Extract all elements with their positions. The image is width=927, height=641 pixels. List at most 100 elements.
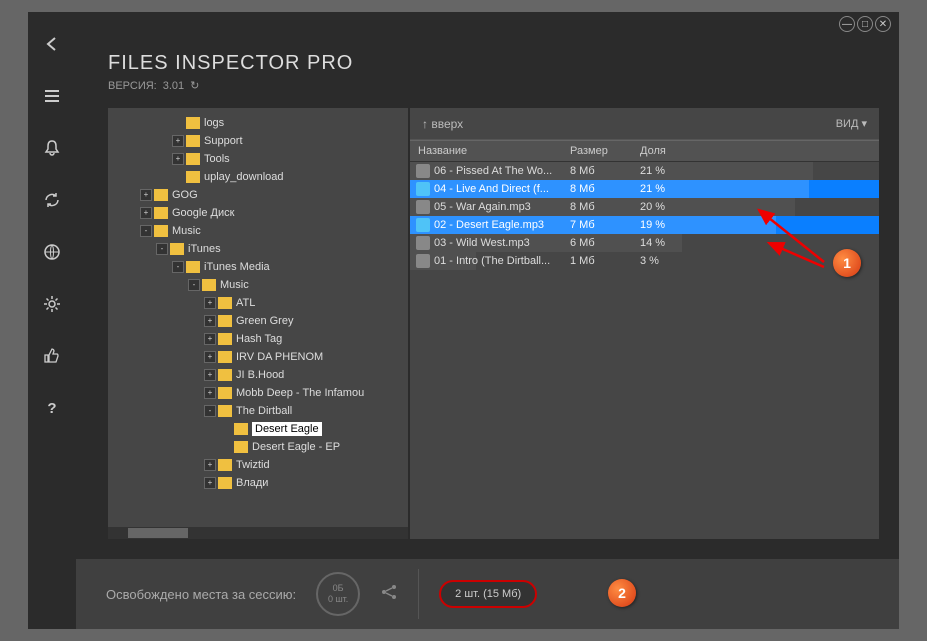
tree-item[interactable]: - iTunes Media <box>108 258 408 276</box>
tree-item[interactable]: - Music <box>108 222 408 240</box>
tree-label[interactable]: Music <box>220 279 249 291</box>
footer: Освобождено места за сессию: 0Б 0 шт. 2 … <box>76 559 899 629</box>
tree-label[interactable]: iTunes <box>188 243 221 255</box>
tree-label[interactable]: Desert Eagle <box>252 422 322 436</box>
tree-item[interactable]: - The Dirtball <box>108 402 408 420</box>
tree-label[interactable]: Green Grey <box>236 315 293 327</box>
expand-icon[interactable]: + <box>204 351 216 363</box>
tree-item[interactable]: uplay_download <box>108 168 408 186</box>
horizontal-scrollbar[interactable] <box>108 527 408 539</box>
close-button[interactable]: ✕ <box>875 16 891 32</box>
column-name[interactable]: Название <box>410 145 570 157</box>
collapse-icon[interactable]: - <box>188 279 200 291</box>
thumbs-up-icon[interactable] <box>40 344 64 368</box>
file-icon <box>416 218 430 232</box>
menu-icon[interactable] <box>40 84 64 108</box>
tree-label[interactable]: Hash Tag <box>236 333 282 345</box>
tree-label[interactable]: IRV DA PHENOM <box>236 351 323 363</box>
tree-label[interactable]: logs <box>204 117 224 129</box>
refresh-icon[interactable] <box>40 188 64 212</box>
expand-icon[interactable]: + <box>204 333 216 345</box>
collapse-icon[interactable]: - <box>172 261 184 273</box>
minimize-button[interactable]: — <box>839 16 855 32</box>
up-button[interactable]: ↑ вверх <box>422 117 463 131</box>
list-panel: ↑ вверх ВИД ▾ Название Размер Доля 06 - … <box>410 108 879 539</box>
tree-item[interactable]: + Hash Tag <box>108 330 408 348</box>
annotation-badge-2: 2 <box>608 579 636 607</box>
tree-label[interactable]: JI B.Hood <box>236 369 284 381</box>
tree-item[interactable]: + IRV DA PHENOM <box>108 348 408 366</box>
tree-item[interactable]: + Mobb Deep - The Infamou <box>108 384 408 402</box>
expand-icon[interactable]: + <box>204 459 216 471</box>
file-share: 21 % <box>640 183 690 195</box>
file-name: 04 - Live And Direct (f... <box>434 183 570 195</box>
expand-icon[interactable]: + <box>172 153 184 165</box>
tree-label[interactable]: Music <box>172 225 201 237</box>
expand-icon[interactable]: + <box>204 315 216 327</box>
tree-item[interactable]: + GOG <box>108 186 408 204</box>
column-size[interactable]: Размер <box>570 145 640 157</box>
tree-item[interactable]: + Tools <box>108 150 408 168</box>
expand-icon[interactable]: + <box>204 369 216 381</box>
expand-icon[interactable]: + <box>204 297 216 309</box>
tree-label[interactable]: Google Диск <box>172 207 234 219</box>
tree-item[interactable]: logs <box>108 114 408 132</box>
tree-label[interactable]: Twiztid <box>236 459 270 471</box>
expand-icon[interactable]: + <box>172 135 184 147</box>
expand-icon[interactable]: + <box>204 387 216 399</box>
tree-label[interactable]: Desert Eagle - EP <box>252 441 340 453</box>
tree-item[interactable]: + JI B.Hood <box>108 366 408 384</box>
tree-item[interactable]: + Twiztid <box>108 456 408 474</box>
expand-icon[interactable]: + <box>140 189 152 201</box>
tree-item[interactable]: + Google Диск <box>108 204 408 222</box>
tree-item[interactable]: - iTunes <box>108 240 408 258</box>
collapse-icon[interactable]: - <box>156 243 168 255</box>
back-icon[interactable] <box>40 32 64 56</box>
refresh-version-icon[interactable]: ↻ <box>190 79 199 92</box>
expand-icon[interactable]: + <box>140 207 152 219</box>
file-size: 7 Мб <box>570 219 640 231</box>
tree-item[interactable]: Desert Eagle <box>108 420 408 438</box>
expand-icon[interactable]: + <box>204 477 216 489</box>
column-share[interactable]: Доля <box>640 145 690 157</box>
tree-label[interactable]: uplay_download <box>204 171 284 183</box>
tree-item[interactable]: + Green Grey <box>108 312 408 330</box>
collapse-icon[interactable]: - <box>204 405 216 417</box>
file-size: 1 Мб <box>570 255 640 267</box>
folder-icon <box>218 315 232 327</box>
help-icon[interactable]: ? <box>40 396 64 420</box>
annotation-arrow-2 <box>759 237 829 282</box>
gear-icon[interactable] <box>40 292 64 316</box>
file-name: 03 - Wild West.mp3 <box>434 237 570 249</box>
tree-item[interactable]: + ATL <box>108 294 408 312</box>
tree-item[interactable]: Desert Eagle - EP <box>108 438 408 456</box>
tree-label[interactable]: The Dirtball <box>236 405 292 417</box>
folder-icon <box>218 459 232 471</box>
file-size: 8 Мб <box>570 165 640 177</box>
maximize-button[interactable]: □ <box>857 16 873 32</box>
collapse-icon[interactable]: - <box>140 225 152 237</box>
app-title: FILES INSPECTOR PRO <box>108 52 353 75</box>
file-icon <box>416 200 430 214</box>
tree-label[interactable]: ATL <box>236 297 255 309</box>
tree-item[interactable]: + Support <box>108 132 408 150</box>
tree-label[interactable]: Support <box>204 135 243 147</box>
file-size: 8 Мб <box>570 201 640 213</box>
file-size: 8 Мб <box>570 183 640 195</box>
tree-label[interactable]: Tools <box>204 153 230 165</box>
selection-badge[interactable]: 2 шт. (15 Мб) <box>439 580 537 608</box>
file-name: 02 - Desert Eagle.mp3 <box>434 219 570 231</box>
tree-label[interactable]: GOG <box>172 189 198 201</box>
list-row[interactable]: 04 - Live And Direct (f...8 Мб21 % <box>410 180 879 198</box>
share-icon[interactable] <box>380 583 398 606</box>
tree-label[interactable]: iTunes Media <box>204 261 270 273</box>
bell-icon[interactable] <box>40 136 64 160</box>
tree-label[interactable]: Влади <box>236 477 268 489</box>
list-row[interactable]: 06 - Pissed At The Wo...8 Мб21 % <box>410 162 879 180</box>
file-size: 6 Мб <box>570 237 640 249</box>
tree-item[interactable]: - Music <box>108 276 408 294</box>
tree-item[interactable]: + Влади <box>108 474 408 492</box>
globe-icon[interactable] <box>40 240 64 264</box>
view-button[interactable]: ВИД ▾ <box>836 117 867 130</box>
tree-label[interactable]: Mobb Deep - The Infamou <box>236 387 364 399</box>
